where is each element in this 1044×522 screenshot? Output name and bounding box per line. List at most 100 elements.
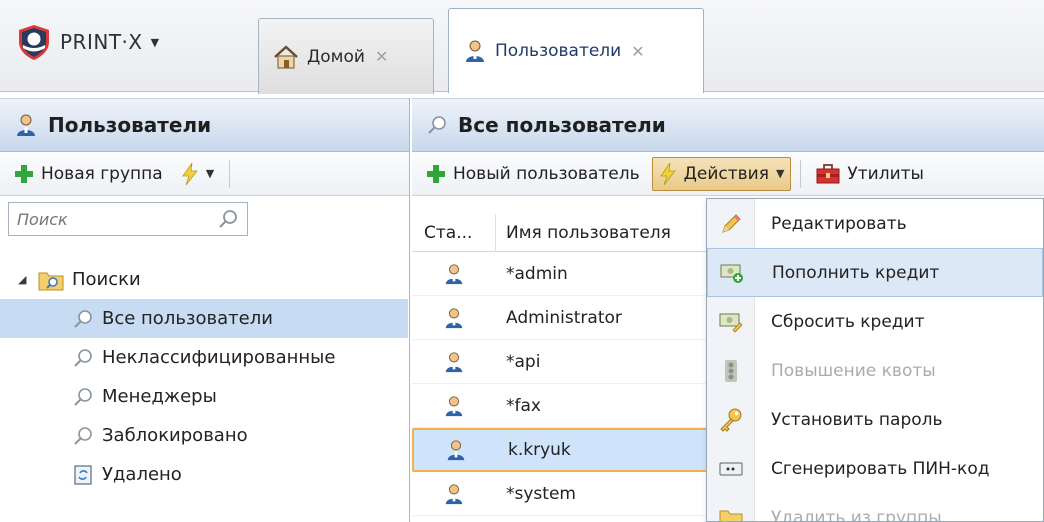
reset-credit-icon <box>719 313 743 333</box>
user-icon <box>445 483 463 504</box>
search-icon <box>74 387 92 406</box>
menu-item-label: Повышение квоты <box>771 360 936 381</box>
tree-item-label: Удалено <box>102 464 182 485</box>
plus-icon <box>427 164 445 183</box>
group-tree: ◢ Поиски Все пользователи Неклассифициро… <box>0 260 408 494</box>
menu-item-set-password[interactable]: Установить пароль <box>707 395 1043 444</box>
menu-item-label: Пополнить кредит <box>772 262 940 283</box>
users-panel-header: Все пользователи <box>412 98 1044 152</box>
utilities-button[interactable]: Утилиты <box>810 157 930 191</box>
username-cell: *api <box>506 351 541 372</box>
tree-item-label: Заблокировано <box>102 425 248 446</box>
close-icon[interactable]: ✕ <box>631 42 644 61</box>
remove-group-icon <box>719 510 743 521</box>
tree-item-deleted[interactable]: Удалено <box>0 455 408 494</box>
user-icon <box>445 395 463 416</box>
user-status-cell <box>412 262 496 286</box>
recycle-bin-icon <box>74 464 92 485</box>
column-header-username[interactable]: Имя пользователя <box>496 223 671 243</box>
new-user-button[interactable]: Новый пользователь <box>420 157 646 191</box>
tree-item-label: Поиски <box>72 269 141 290</box>
user-icon <box>17 114 35 136</box>
pin-icon <box>719 462 743 475</box>
tab-home[interactable]: Домой ✕ <box>258 18 434 94</box>
menu-item-reset-credit[interactable]: Сбросить кредит <box>707 297 1043 346</box>
group-search-input[interactable] <box>9 204 209 234</box>
user-icon <box>445 351 463 372</box>
username-cell: k.kryuk <box>508 440 571 460</box>
menu-item-raise-quota: Повышение квоты <box>707 346 1043 395</box>
quota-icon <box>725 359 737 382</box>
lightning-icon <box>181 162 198 185</box>
app-logo-text: PRINT·X <box>60 30 143 54</box>
search-icon <box>74 426 92 445</box>
key-icon <box>720 408 742 432</box>
group-search-box[interactable] <box>8 202 248 236</box>
chevron-down-icon: ▼ <box>775 167 785 180</box>
plus-icon <box>15 164 33 183</box>
tree-item-label: Неклассифицированные <box>102 347 336 368</box>
toolbox-icon <box>816 163 840 183</box>
toolbar-divider <box>229 159 231 188</box>
shield-logo-icon <box>19 25 49 60</box>
tree-item-searches[interactable]: ◢ Поиски <box>0 260 408 299</box>
user-icon <box>445 263 463 284</box>
expand-triangle-icon[interactable]: ◢ <box>18 273 30 286</box>
tree-item-all-users[interactable]: Все пользователи <box>0 299 408 338</box>
user-status-cell <box>412 394 496 418</box>
menu-item-generate-pin[interactable]: Сгенерировать ПИН-код <box>707 444 1043 493</box>
menu-item-label: Удалить из группы <box>771 507 942 522</box>
actions-button[interactable]: Действия ▼ <box>651 156 792 191</box>
groups-panel-title: Пользователи <box>48 113 212 137</box>
groups-toolbar: Новая группа ▼ <box>0 152 409 196</box>
search-icon <box>74 348 92 367</box>
menu-item-label: Редактировать <box>771 213 907 234</box>
groups-panel-header: Пользователи <box>0 98 409 152</box>
top-bar: PRINT·X ▼ Домой ✕ Пользователи ✕ <box>0 0 1044 94</box>
tree-item-label: Менеджеры <box>102 386 217 407</box>
username-cell: *fax <box>506 395 541 416</box>
groups-panel: Пользователи Новая группа ▼ ◢ <box>0 98 410 522</box>
tree-item-blocked[interactable]: Заблокировано <box>0 416 408 455</box>
user-icon <box>466 40 484 62</box>
username-cell: Administrator <box>506 307 622 328</box>
chevron-down-icon: ▼ <box>150 35 160 49</box>
tab-users[interactable]: Пользователи ✕ <box>448 8 704 93</box>
menu-item-add-credit[interactable]: Пополнить кредит <box>707 248 1043 297</box>
new-group-button[interactable]: Новая группа <box>8 157 169 191</box>
add-credit-icon <box>720 264 743 283</box>
utilities-label: Утилиты <box>847 163 924 184</box>
group-actions-button[interactable]: ▼ <box>175 157 220 191</box>
search-icon <box>74 309 92 328</box>
user-status-cell <box>412 306 496 330</box>
menu-item-edit[interactable]: Редактировать <box>707 199 1043 248</box>
user-status-cell <box>412 482 496 506</box>
users-toolbar: Новый пользователь Действия ▼ Утилиты <box>412 152 1044 196</box>
house-icon <box>274 44 298 69</box>
menu-item-remove-from-group: Удалить из группы <box>707 493 1043 522</box>
user-icon <box>445 307 463 328</box>
username-cell: *admin <box>506 263 568 284</box>
search-icon[interactable] <box>217 208 239 230</box>
search-folder-icon <box>38 272 64 290</box>
user-status-cell <box>414 438 498 462</box>
chevron-down-icon: ▼ <box>205 167 215 180</box>
pencil-icon <box>722 213 741 233</box>
users-panel-title: Все пользователи <box>458 113 666 137</box>
tree-item-managers[interactable]: Менеджеры <box>0 377 408 416</box>
tree-item-unclassified[interactable]: Неклассифицированные <box>0 338 408 377</box>
tree-item-label: Все пользователи <box>102 308 273 329</box>
close-icon[interactable]: ✕ <box>375 47 388 66</box>
menu-item-label: Сбросить кредит <box>771 311 925 332</box>
tab-users-label: Пользователи <box>495 41 622 61</box>
lightning-icon <box>659 162 676 185</box>
user-icon <box>447 440 465 461</box>
toolbar-divider <box>800 159 802 188</box>
menu-item-label: Сгенерировать ПИН-код <box>771 458 990 479</box>
user-status-cell <box>412 350 496 374</box>
actions-label: Действия <box>683 163 769 184</box>
app-logo-menu[interactable]: PRINT·X ▼ <box>14 22 159 62</box>
new-user-label: Новый пользователь <box>453 163 640 184</box>
search-icon <box>428 116 446 134</box>
column-header-status[interactable]: Ста... <box>412 213 496 252</box>
